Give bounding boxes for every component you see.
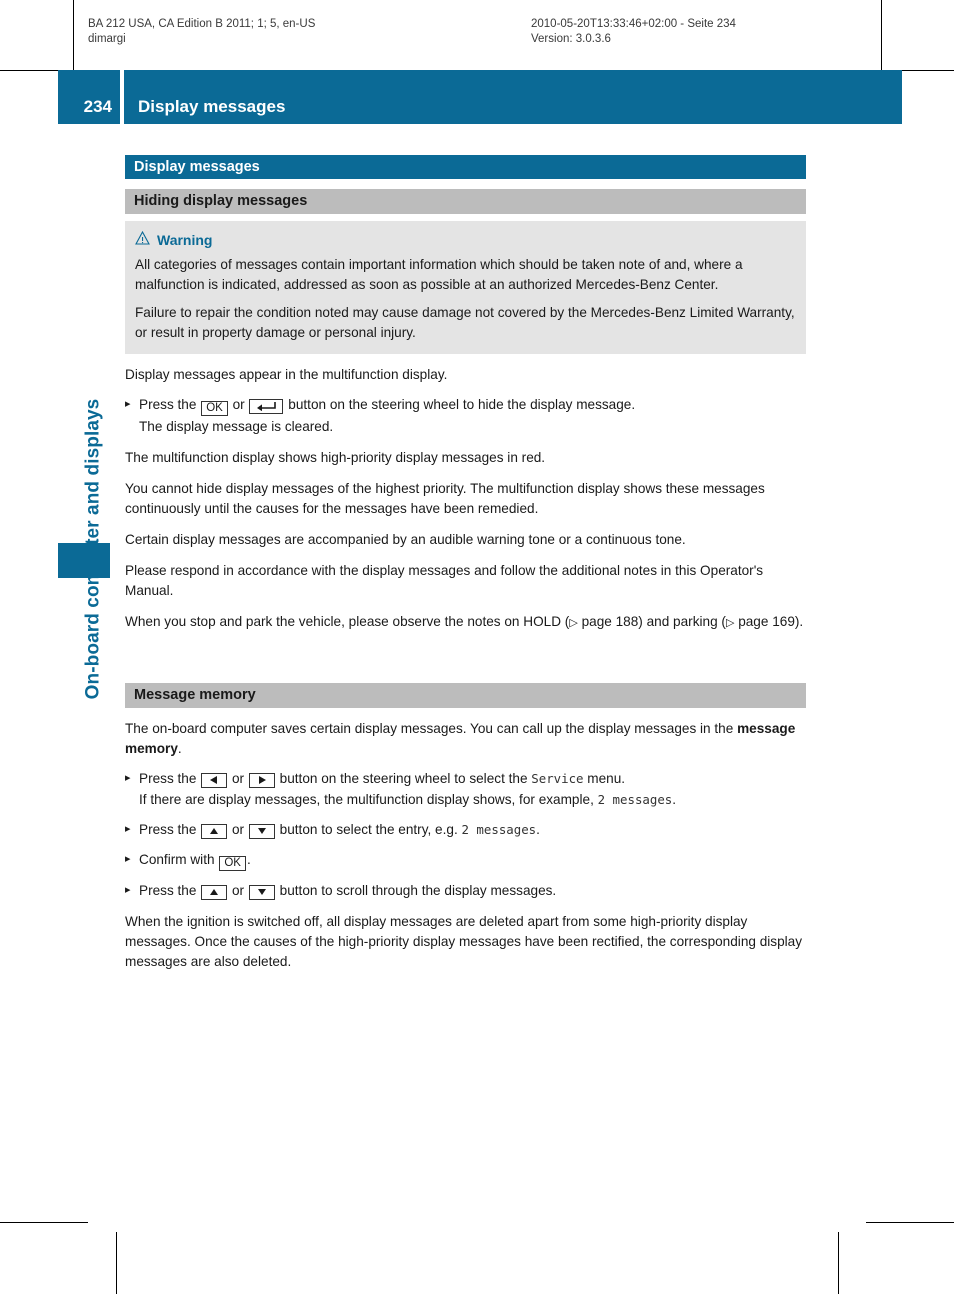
memory-intro-part-b: .	[177, 741, 182, 756]
chapter-tab-marker	[58, 543, 110, 578]
step-bullet-icon: ▸	[125, 772, 131, 784]
left-arrow-icon[interactable]	[201, 772, 228, 788]
memory-outro: When the ignition is switched off, all d…	[125, 914, 803, 969]
step-scroll-messages-text: Press the or button to scroll through th…	[139, 880, 806, 901]
step-or-label: or	[231, 822, 245, 837]
print-meta-user: dimargi	[88, 33, 126, 45]
entry-value: 2 messages	[461, 822, 537, 837]
down-arrow-icon[interactable]	[248, 823, 275, 839]
step-or-label: or	[231, 771, 245, 786]
print-meta-left: BA 212 USA, CA Edition B 2011; 1; 5, en-…	[88, 17, 315, 47]
step-bullet-icon: ▸	[125, 398, 131, 410]
step-confirm-label: Confirm with	[139, 852, 215, 867]
crop-mark-vertical-bottom-right	[838, 1232, 839, 1294]
warning-paragraph-2: Failure to repair the condition noted ma…	[135, 305, 795, 340]
step-select-service-menu: ▸ Press the or button on the steering wh…	[125, 768, 806, 810]
step-hide-message: ▸ Press the OK or button on the steering…	[125, 394, 806, 437]
warning-label: Warning	[157, 231, 213, 248]
print-meta-version: Version: 3.0.3.6	[531, 33, 611, 45]
warning-paragraph-1: All categories of messages contain impor…	[135, 257, 743, 292]
page-number: 234	[58, 70, 120, 124]
hiding-intro: Display messages appear in the multifunc…	[125, 367, 448, 382]
print-meta-right: 2010-05-20T13:33:46+02:00 - Seite 234 Ve…	[531, 17, 736, 47]
subsection-heading-hiding: Hiding display messages	[125, 189, 806, 214]
subsection-heading-message-memory: Message memory	[125, 683, 806, 708]
hiding-paragraph-1: The multifunction display shows high-pri…	[125, 450, 546, 465]
page-reference-188[interactable]: page 188	[582, 614, 639, 629]
section-heading: Display messages	[125, 155, 806, 179]
step-hide-message-text: Press the OK or button on the steering w…	[139, 394, 806, 437]
back-arrow-icon[interactable]	[249, 398, 284, 414]
running-head-title: Display messages	[124, 70, 902, 124]
message-count-value: 2 messages	[597, 792, 673, 807]
memory-intro-part-a: The on-board computer saves certain disp…	[125, 721, 738, 736]
step-press-the-label: Press the	[139, 771, 197, 786]
chapter-tab: On-board computer and displays	[78, 160, 108, 700]
step-hide-message-rest: button on the steering wheel to hide the…	[288, 397, 636, 412]
print-meta-document-id: BA 212 USA, CA Edition B 2011; 1; 5, en-…	[88, 18, 316, 30]
crop-mark-vertical-top-left	[73, 0, 74, 71]
step-confirm-text: Confirm with OK.	[139, 849, 806, 871]
step-select-service-menu-text: Press the or button on the steering whee…	[139, 768, 806, 810]
crop-mark-vertical-bottom-left	[116, 1232, 117, 1294]
step-select-service-rest-b: menu.	[587, 771, 626, 786]
step-select-service-result-b: .	[672, 792, 677, 807]
step-select-service-result: If there are display messages, the multi…	[139, 789, 806, 810]
hiding-paragraph-5-part-b: ) and parking (	[638, 614, 726, 629]
page-reference-169[interactable]: page 169	[738, 614, 795, 629]
step-press-the-label: Press the	[139, 883, 197, 898]
hiding-paragraph-5-part-c: ).	[794, 614, 804, 629]
step-bullet-icon: ▸	[125, 884, 131, 896]
up-arrow-icon[interactable]	[201, 884, 228, 900]
down-arrow-icon[interactable]	[248, 884, 275, 900]
step-bullet-icon: ▸	[125, 853, 131, 865]
warning-box: Warning All categories of messages conta…	[125, 221, 806, 354]
step-or-label: or	[232, 397, 245, 412]
running-head: 234 Display messages	[58, 70, 902, 124]
step-confirm-period: .	[246, 852, 251, 867]
up-arrow-icon[interactable]	[201, 823, 228, 839]
memory-intro: The on-board computer saves certain disp…	[125, 719, 806, 759]
crop-mark-vertical-top-right	[881, 0, 882, 71]
step-hide-message-result: The display message is cleared.	[139, 419, 334, 434]
step-press-the-label: Press the	[139, 397, 197, 412]
hiding-paragraph-5: When you stop and park the vehicle, plea…	[125, 612, 806, 633]
key-ok-button[interactable]: OK	[201, 401, 228, 416]
step-scroll-messages-rest: button to scroll through the display mes…	[279, 883, 557, 898]
step-bullet-icon: ▸	[125, 823, 131, 835]
key-ok-button[interactable]: OK	[219, 856, 246, 871]
print-meta-timestamp: 2010-05-20T13:33:46+02:00 - Seite 234	[531, 18, 736, 30]
step-select-entry-rest-a: button to select the entry, e.g.	[279, 822, 458, 837]
page-content: Display messages Hiding display messages…	[125, 155, 806, 972]
step-select-service-rest-a: button on the steering wheel to select t…	[279, 771, 528, 786]
crop-mark-bottom-left	[0, 1222, 88, 1223]
crop-mark-bottom-right	[866, 1222, 954, 1223]
hiding-paragraph-3: Certain display messages are accompanied…	[125, 532, 686, 547]
step-select-entry-rest-b: .	[536, 822, 540, 837]
step-scroll-messages: ▸ Press the or button to scroll through …	[125, 880, 806, 901]
warning-title-row: Warning	[135, 230, 796, 248]
hiding-paragraph-5-part-a: When you stop and park the vehicle, plea…	[125, 614, 570, 629]
step-confirm: ▸ Confirm with OK.	[125, 849, 806, 871]
step-select-entry-text: Press the or button to select the entry,…	[139, 819, 806, 840]
right-arrow-icon[interactable]	[248, 772, 275, 788]
page-reference-triangle-icon: ▷	[569, 617, 578, 629]
step-select-entry: ▸ Press the or button to select the entr…	[125, 819, 806, 840]
step-press-the-label: Press the	[139, 822, 197, 837]
step-select-service-result-a: If there are display messages, the multi…	[139, 792, 594, 807]
page-reference-triangle-icon-2: ▷	[725, 617, 735, 629]
hiding-paragraph-2: You cannot hide display messages of the …	[125, 481, 765, 516]
warning-triangle-icon	[135, 230, 150, 248]
hiding-paragraph-4: Please respond in accordance with the di…	[125, 563, 764, 598]
step-or-label: or	[231, 883, 245, 898]
service-menu-name: Service	[531, 771, 584, 786]
